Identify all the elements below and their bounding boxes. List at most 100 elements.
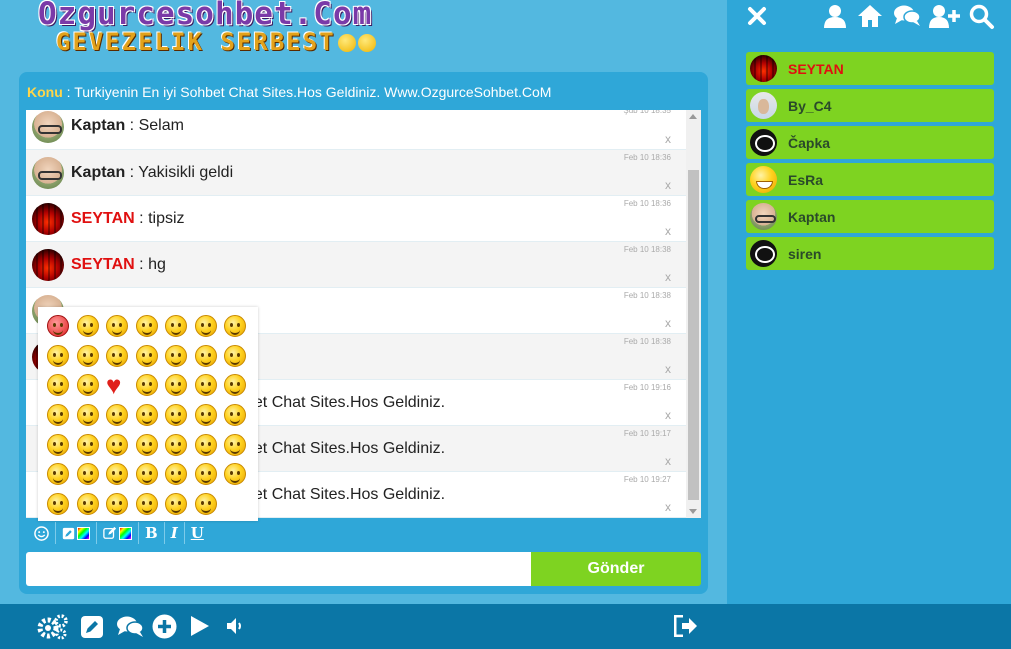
message-timestamp: Feb 10 18:36 bbox=[623, 153, 671, 162]
emoji-icon[interactable] bbox=[76, 463, 99, 486]
emoji-icon[interactable] bbox=[135, 344, 158, 367]
plus-circle-icon[interactable] bbox=[152, 614, 177, 639]
comments-icon[interactable] bbox=[893, 4, 921, 28]
emoji-icon[interactable] bbox=[47, 463, 69, 486]
emoji-icon[interactable] bbox=[76, 344, 99, 367]
comments-icon[interactable] bbox=[116, 615, 144, 639]
home-icon[interactable] bbox=[857, 4, 883, 28]
user-list-item[interactable]: By_C4 bbox=[746, 89, 994, 122]
user-list-item[interactable]: SEYTAN bbox=[746, 52, 994, 85]
emoji-icon[interactable] bbox=[76, 374, 99, 397]
emoji-icon[interactable] bbox=[194, 315, 217, 337]
emoji-icon[interactable] bbox=[47, 315, 69, 337]
volume-icon[interactable] bbox=[226, 617, 244, 635]
delete-message-button[interactable]: x bbox=[665, 362, 671, 376]
emoji-icon[interactable] bbox=[165, 493, 187, 516]
emoji-icon[interactable] bbox=[224, 344, 246, 367]
emoji-icon[interactable] bbox=[76, 493, 99, 516]
emoji-icon[interactable] bbox=[47, 493, 69, 516]
message-text: Yakisikli geldi bbox=[138, 164, 234, 181]
emoji-icon[interactable] bbox=[76, 315, 99, 337]
emoji-icon[interactable] bbox=[194, 344, 217, 367]
delete-message-button[interactable]: x bbox=[665, 408, 671, 422]
emoji-icon[interactable] bbox=[106, 344, 128, 367]
emoji-icon[interactable] bbox=[135, 374, 158, 397]
emoji-icon[interactable] bbox=[165, 344, 187, 367]
user-list-item[interactable]: Čapka bbox=[746, 126, 994, 159]
delete-message-button[interactable]: x bbox=[665, 270, 671, 284]
play-icon[interactable] bbox=[190, 615, 210, 637]
emoji-icon[interactable] bbox=[224, 404, 246, 427]
message-username[interactable]: Kaptan bbox=[71, 117, 125, 134]
emoji-icon[interactable] bbox=[135, 404, 158, 427]
emoji-icon[interactable] bbox=[106, 315, 128, 337]
message-username[interactable]: Kaptan bbox=[71, 164, 125, 181]
emoji-icon[interactable] bbox=[165, 374, 187, 397]
search-icon[interactable] bbox=[969, 4, 995, 30]
edit-icon[interactable] bbox=[80, 615, 104, 639]
user-list-item[interactable]: siren bbox=[746, 237, 994, 270]
emoji-icon[interactable] bbox=[47, 433, 69, 456]
delete-message-button[interactable]: x bbox=[665, 454, 671, 468]
emoji-icon[interactable] bbox=[194, 404, 217, 427]
delete-message-button[interactable]: x bbox=[665, 316, 671, 330]
user-name: Kaptan bbox=[788, 209, 836, 225]
emoji-icon[interactable] bbox=[47, 344, 69, 367]
avatar[interactable] bbox=[32, 203, 64, 235]
user-list-item[interactable]: EsRa bbox=[746, 163, 994, 196]
emoji-icon[interactable] bbox=[76, 404, 99, 427]
scroll-up-icon[interactable] bbox=[689, 114, 697, 119]
message-username[interactable]: SEYTAN bbox=[71, 256, 135, 273]
emoji-icon[interactable] bbox=[194, 374, 217, 397]
emoji-icon[interactable] bbox=[135, 493, 158, 516]
logout-icon[interactable] bbox=[674, 615, 698, 637]
emoji-icon[interactable] bbox=[224, 315, 246, 337]
heart-emoji-icon[interactable] bbox=[106, 370, 128, 401]
underline-button[interactable]: U bbox=[185, 522, 210, 544]
emoji-icon[interactable] bbox=[224, 433, 246, 456]
italic-button[interactable]: I bbox=[165, 522, 185, 544]
scroll-down-icon[interactable] bbox=[689, 509, 697, 514]
emoji-icon[interactable] bbox=[106, 463, 128, 486]
delete-message-button[interactable]: x bbox=[665, 178, 671, 192]
emoji-icon[interactable] bbox=[135, 433, 158, 456]
emoji-icon[interactable] bbox=[76, 433, 99, 456]
emoji-icon[interactable] bbox=[165, 433, 187, 456]
add-user-icon[interactable] bbox=[929, 4, 961, 28]
emoji-icon[interactable] bbox=[135, 315, 158, 337]
emoji-icon[interactable] bbox=[165, 463, 187, 486]
delete-message-button[interactable]: x bbox=[665, 132, 671, 146]
avatar[interactable] bbox=[32, 249, 64, 281]
bold-button[interactable]: B bbox=[139, 522, 165, 544]
text-color-button[interactable] bbox=[97, 522, 139, 544]
scroll-thumb[interactable] bbox=[688, 170, 699, 500]
emoji-icon[interactable] bbox=[135, 463, 158, 486]
delete-message-button[interactable]: x bbox=[665, 500, 671, 514]
emoji-icon[interactable] bbox=[165, 315, 187, 337]
user-list-item[interactable]: Kaptan bbox=[746, 200, 994, 233]
delete-message-button[interactable]: x bbox=[665, 224, 671, 238]
emoji-icon[interactable] bbox=[194, 433, 217, 456]
background-color-button[interactable] bbox=[56, 522, 97, 544]
close-icon[interactable] bbox=[747, 6, 767, 26]
avatar[interactable] bbox=[32, 157, 64, 189]
emoji-icon[interactable] bbox=[47, 404, 69, 427]
message-input[interactable] bbox=[26, 552, 531, 586]
emoji-button[interactable] bbox=[28, 522, 56, 544]
send-button[interactable]: Gönder bbox=[531, 552, 701, 586]
emoji-icon[interactable] bbox=[106, 404, 128, 427]
emoji-icon[interactable] bbox=[224, 463, 246, 486]
avatar[interactable] bbox=[32, 111, 64, 143]
user-icon[interactable] bbox=[824, 4, 846, 28]
emoji-icon[interactable] bbox=[106, 493, 128, 516]
emoji-icon[interactable] bbox=[224, 374, 246, 397]
site-logo[interactable]: Ozgurcesohbet.Com GEVEZELIK SERBEST bbox=[38, 0, 376, 62]
message-username[interactable]: SEYTAN bbox=[71, 210, 135, 227]
emoji-icon[interactable] bbox=[165, 404, 187, 427]
emoji-icon[interactable] bbox=[106, 433, 128, 456]
message-scrollbar[interactable] bbox=[686, 110, 701, 518]
emoji-icon[interactable] bbox=[194, 493, 217, 516]
emoji-icon[interactable] bbox=[194, 463, 217, 486]
settings-icon[interactable] bbox=[37, 614, 69, 640]
emoji-icon[interactable] bbox=[47, 374, 69, 397]
